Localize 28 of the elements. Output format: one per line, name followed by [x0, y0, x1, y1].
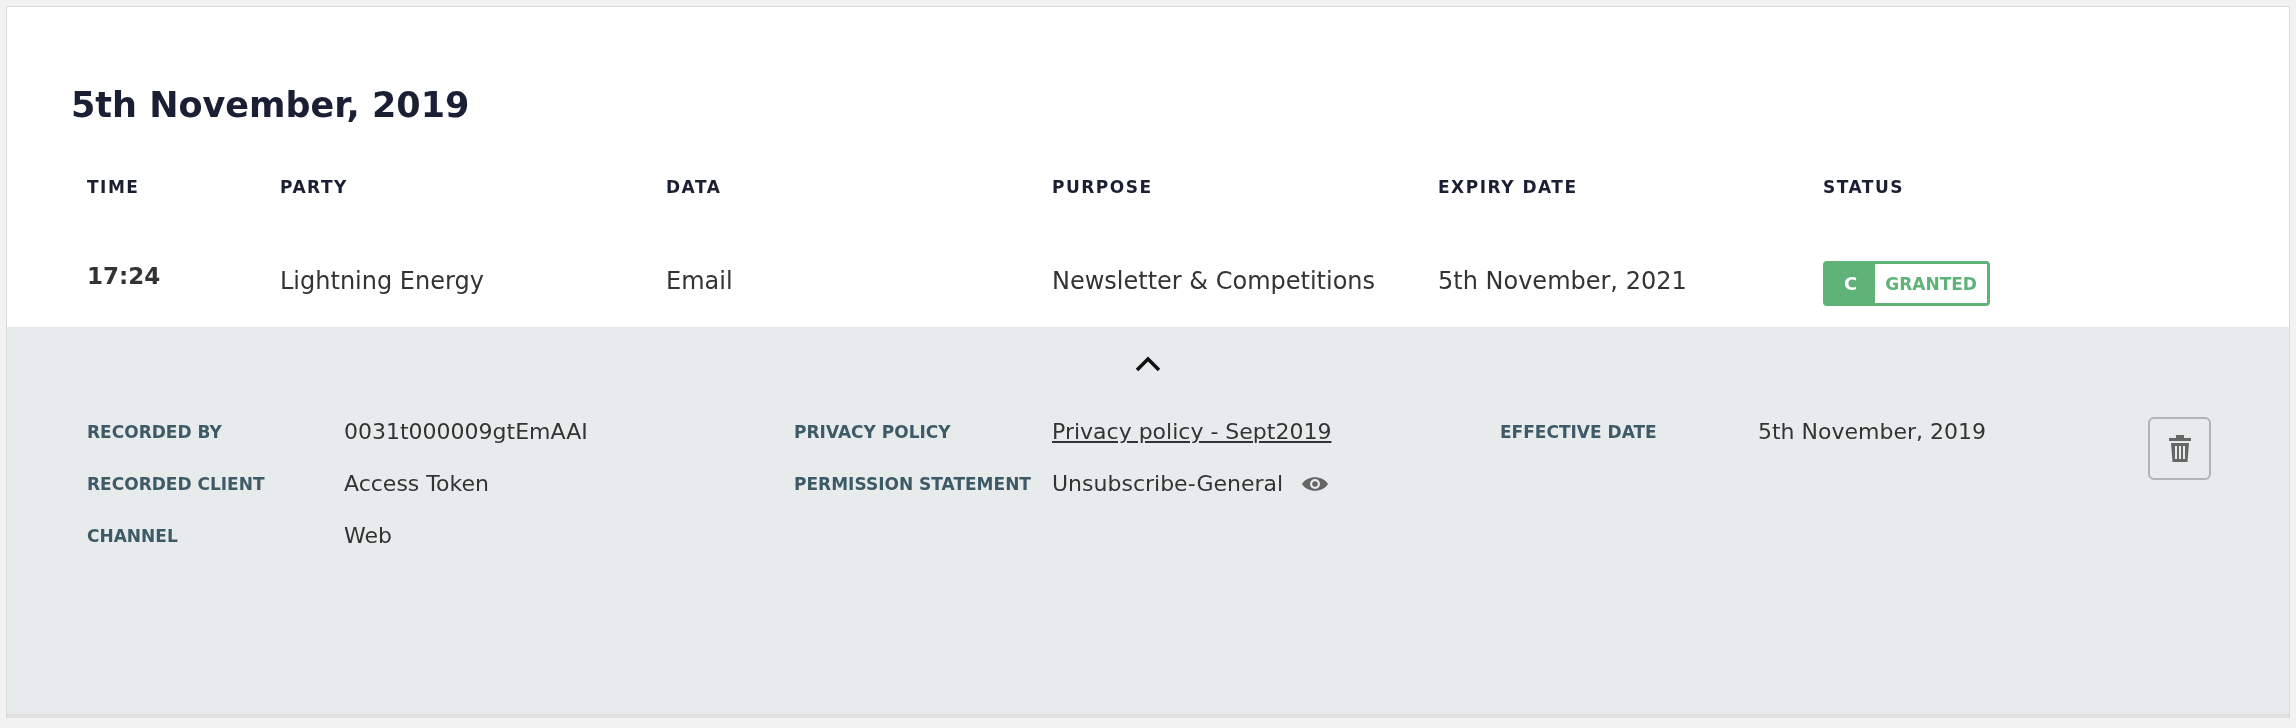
field-value: Access Token	[344, 470, 490, 498]
status-badge: C GRANTED	[1823, 261, 1990, 306]
field-value: 5th November, 2019	[1758, 418, 1987, 446]
column-header: DATA	[666, 177, 723, 197]
delete-button[interactable]	[2148, 417, 2211, 480]
column-header: PARTY	[280, 177, 349, 197]
field-value: Web	[344, 522, 393, 550]
trash-icon	[2167, 434, 2192, 463]
eye-icon[interactable]	[1301, 474, 1330, 494]
field-label: RECORDED CLIENT	[87, 473, 266, 496]
field-label: RECORDED BY	[87, 421, 223, 444]
field-value: Unsubscribe-General	[1052, 470, 1284, 498]
field-label: PRIVACY POLICY	[794, 421, 952, 444]
table-cell-text: Lightning Energy	[280, 267, 485, 297]
table-cell-text: Newsletter & Competitions	[1052, 267, 1377, 297]
column-header: STATUS	[1823, 177, 1905, 197]
date-heading: 5th November, 2019	[71, 84, 471, 127]
table-cell-text: 17:24	[87, 263, 162, 291]
privacy-policy-link[interactable]: Privacy policy - Sept2019	[1052, 417, 1332, 447]
field-value: 0031t000009gtEmAAI	[344, 418, 589, 446]
table-cell-text: 5th November, 2021	[1438, 267, 1688, 297]
column-header: TIME	[87, 177, 141, 197]
field-label: EFFECTIVE DATE	[1500, 421, 1658, 444]
table-cell-text: Email	[666, 267, 734, 297]
column-header: PURPOSE	[1052, 177, 1154, 197]
field-label: CHANNEL	[87, 525, 179, 548]
column-header: EXPIRY DATE	[1438, 177, 1579, 197]
field-label: PERMISSION STATEMENT	[794, 473, 1032, 496]
